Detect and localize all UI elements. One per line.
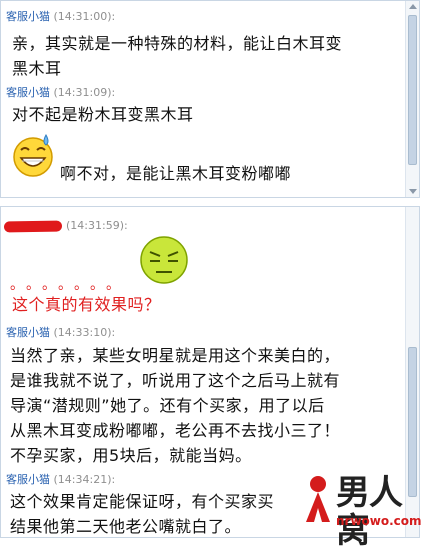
watermark-url: nrwowo.com — [336, 514, 422, 528]
message-line: 从黑木耳变成粉嘟嘟，老公再不去找小三了！ — [10, 421, 341, 440]
message-time: (14:31:00): — [53, 10, 116, 23]
sender-name: 客服小猫 — [6, 10, 50, 23]
message-text: 啊不对，是能让黑木耳变粉嘟嘟 — [60, 164, 292, 183]
message-line: 当然了亲，某些女明星就是用这个来美白的， — [10, 346, 341, 365]
message-header: (14:31:59): — [66, 219, 128, 232]
message-line: 黑木耳 — [12, 59, 62, 78]
message-text: 亲，其实就是一种特殊的材料，能让白木耳变 黑木耳 — [12, 31, 342, 81]
message-time: (14:34:21): — [53, 473, 116, 486]
message-line: 结果他第二天他老公嘴就白了。 — [10, 517, 242, 536]
message-header: 客服小猫 (14:31:09): — [6, 84, 115, 100]
message-header: 客服小猫 (14:31:00): — [6, 8, 115, 24]
message-header: 客服小猫 (14:33:10): — [6, 324, 115, 340]
message-time: (14:31:09): — [53, 86, 116, 99]
sender-name: 客服小猫 — [6, 326, 50, 339]
sender-name: 客服小猫 — [6, 86, 50, 99]
message-time: (14:33:10): — [53, 326, 116, 339]
message-text: 这个真的有效果吗？ — [12, 295, 161, 314]
watermark-figure-icon — [306, 476, 330, 522]
scroll-down-icon[interactable] — [409, 189, 417, 194]
dizzy-face-emoji-icon — [140, 236, 188, 284]
site-watermark-logo: 男人窝 nrwowo.com — [298, 474, 428, 550]
watermark-brand: 男人窝 — [336, 473, 403, 551]
message-header: 客服小猫 (14:34:21): — [6, 471, 115, 487]
message-line: 是谁我就不说了，听说用了这个之后马上就有 — [10, 371, 341, 390]
message-line: 不孕买家，用5块后，就能当妈。 — [10, 446, 252, 465]
message-line: 导演“潜规则”她了。还有个买家，用了以后 — [10, 396, 325, 415]
message-line: 这个效果肯定能保证呀，有个买家买 — [10, 492, 275, 511]
message-time: (14:31:59): — [66, 219, 128, 232]
message-line: 对不起是粉木耳变黑木耳 — [12, 105, 194, 124]
sender-name: 客服小猫 — [6, 473, 50, 486]
message-text: 对不起是粉木耳变黑木耳 — [12, 102, 194, 127]
message-line: 亲，其实就是一种特殊的材料，能让白木耳变 — [12, 34, 343, 53]
redacted-name-mark — [3, 220, 63, 233]
message-text: 当然了亲，某些女明星就是用这个来美白的， 是谁我就不说了，听说用了这个之后马上就… — [10, 343, 340, 468]
laughing-sweat-emoji-icon — [13, 133, 53, 177]
scrollbar-thumb[interactable] — [408, 15, 417, 165]
scrollbar-top[interactable] — [405, 1, 419, 197]
ellipsis-dots: 。。。。。。。 — [10, 277, 129, 293]
scroll-up-icon[interactable] — [409, 4, 417, 9]
message-text: 这个效果肯定能保证呀，有个买家买 结果他第二天他老公嘴就白了。 — [10, 489, 274, 539]
